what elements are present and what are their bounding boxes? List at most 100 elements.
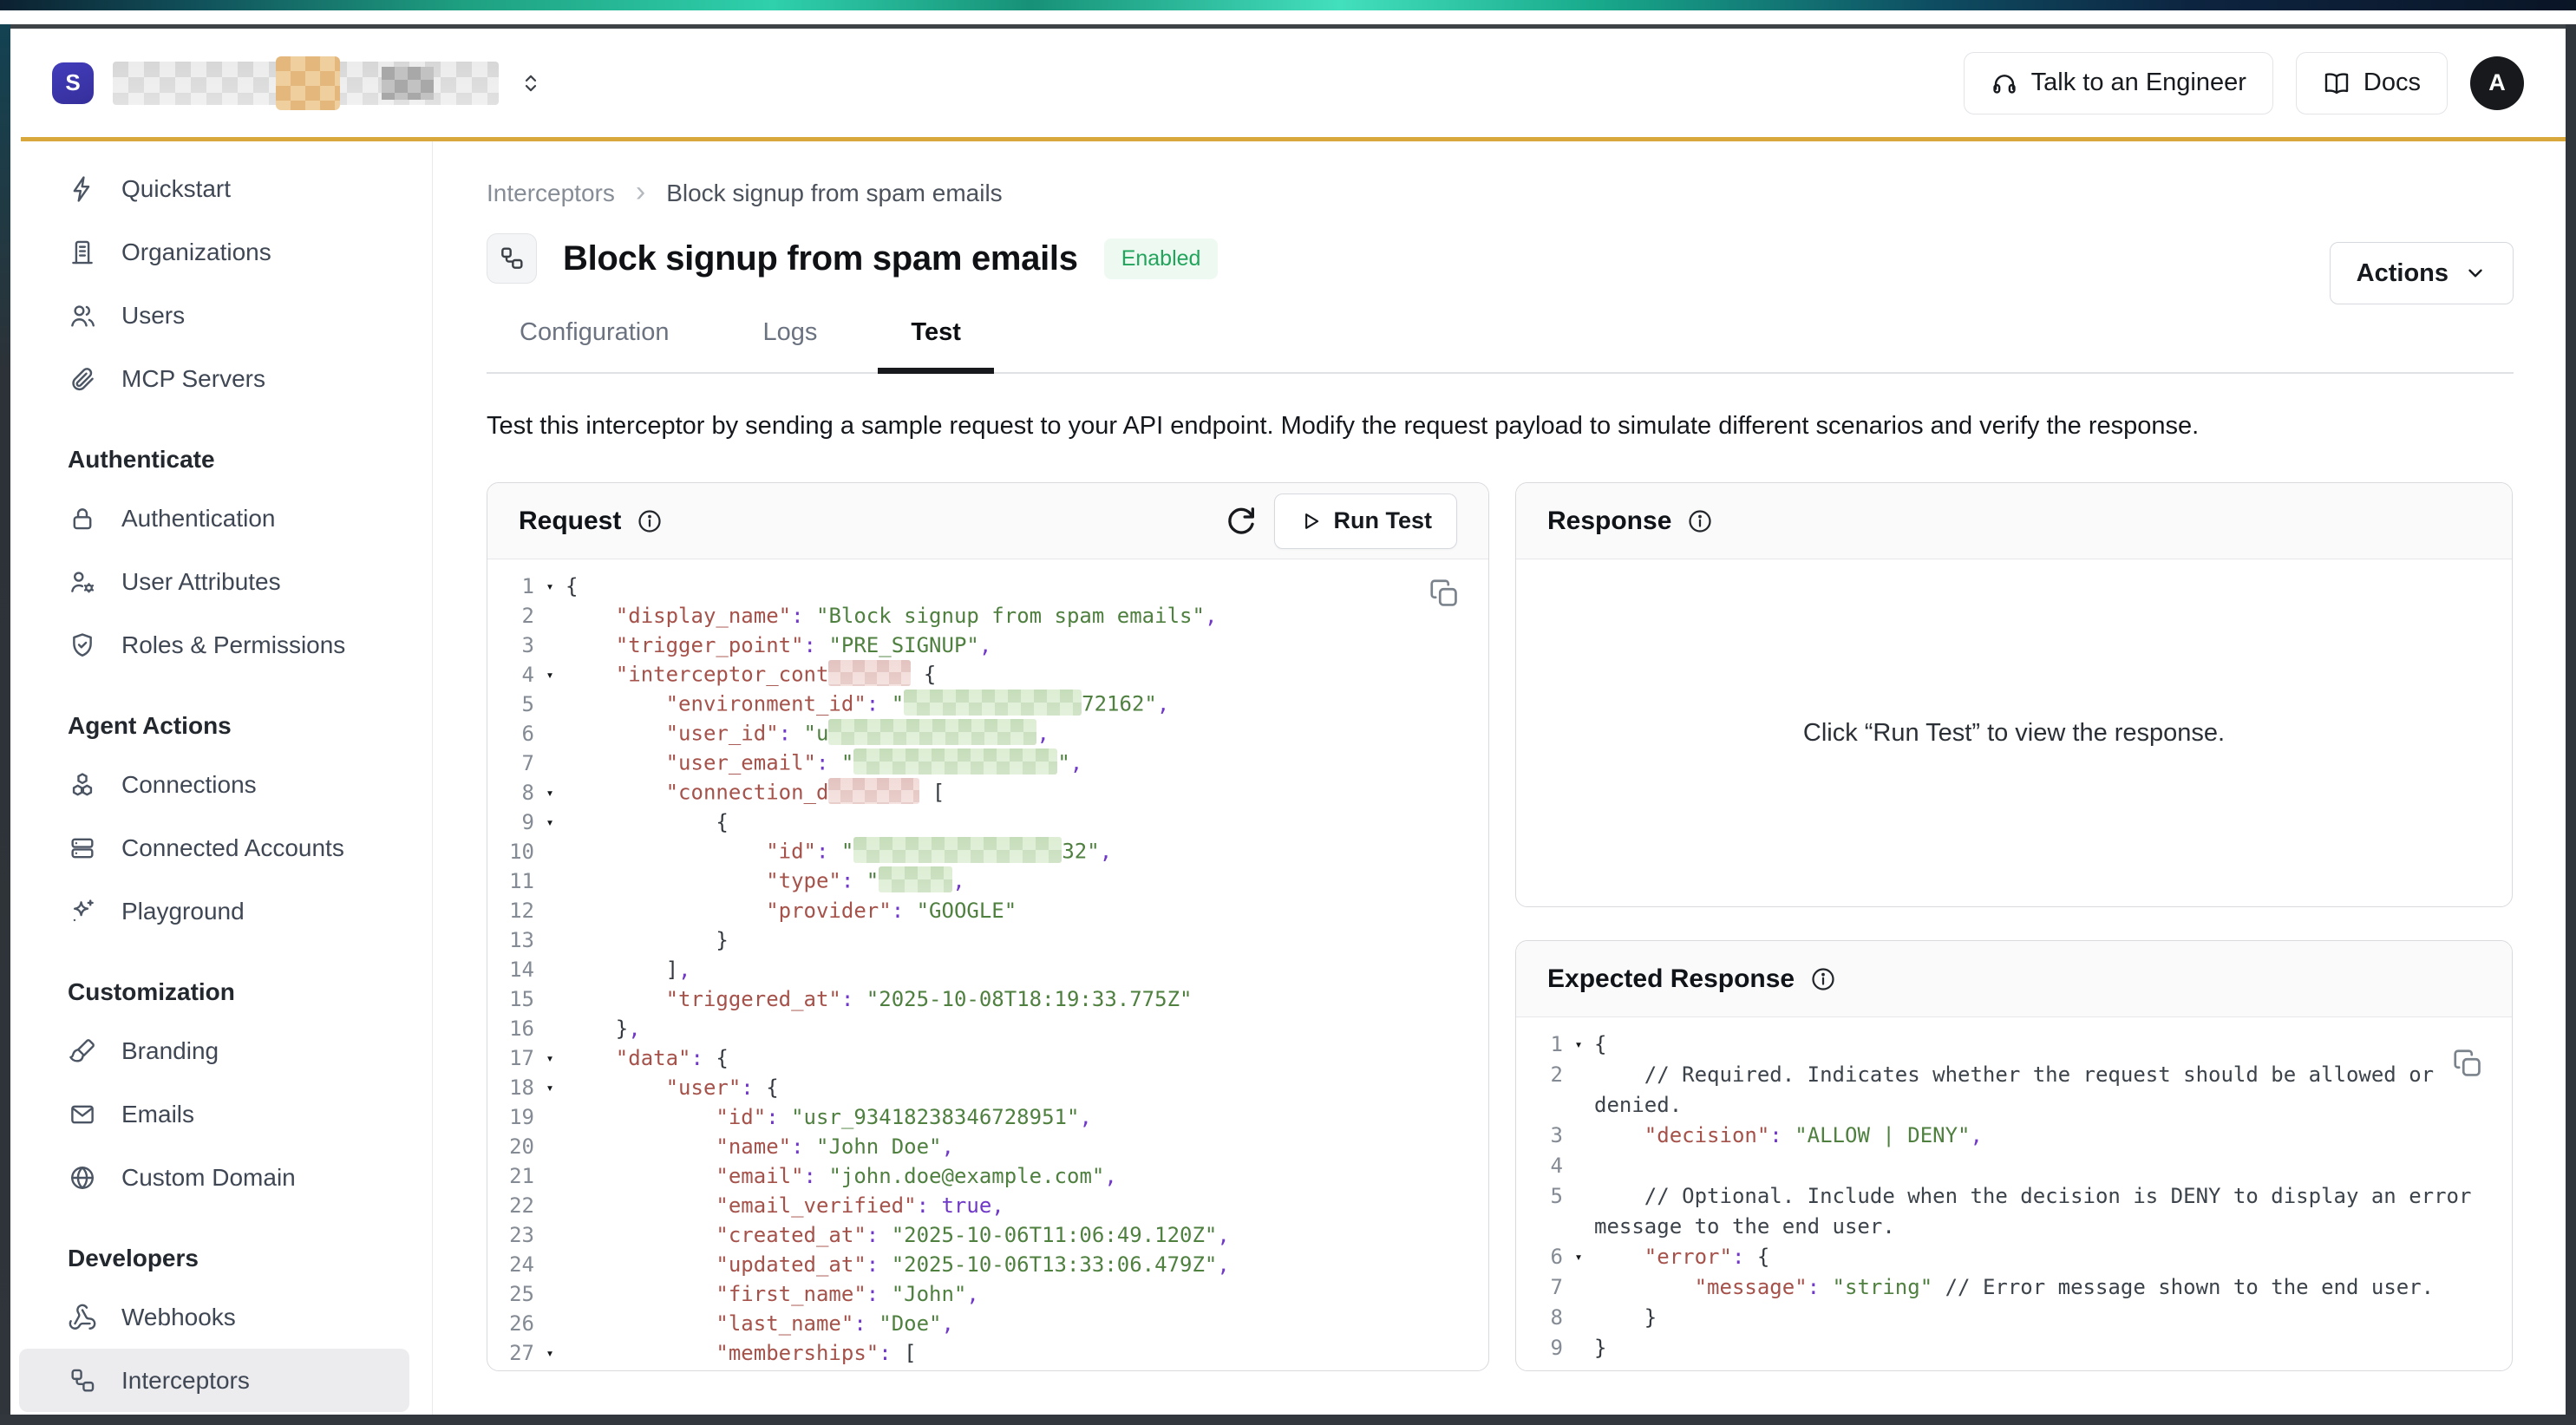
actions-button[interactable]: Actions bbox=[2330, 242, 2514, 304]
info-icon[interactable] bbox=[1810, 966, 1836, 992]
code-text: "name": "John Doe", bbox=[566, 1134, 954, 1159]
line-number: 2 bbox=[487, 604, 534, 628]
sidebar-section-developers: Developers bbox=[10, 1232, 432, 1285]
redacted-text bbox=[853, 748, 1057, 775]
request-panel-header: Request Run Test bbox=[487, 483, 1488, 559]
response-panel: Response Click “Run Test” to view the re… bbox=[1515, 482, 2513, 907]
line-number: 1 bbox=[1516, 1030, 1563, 1060]
line-number: 20 bbox=[487, 1134, 534, 1159]
fold-toggle-icon[interactable]: ▾ bbox=[534, 1345, 566, 1361]
fold-toggle-icon[interactable]: ▾ bbox=[1563, 1242, 1594, 1272]
line-number: 9 bbox=[1516, 1333, 1563, 1363]
code-line: 4 bbox=[1516, 1151, 2512, 1181]
headset-icon bbox=[1991, 69, 2018, 97]
code-line: 5 "environment_id": "72162", bbox=[487, 690, 1488, 719]
code-line: 11 "type": ", bbox=[487, 866, 1488, 896]
response-panel-title: Response bbox=[1547, 507, 1671, 536]
chevrons-up-down-icon[interactable] bbox=[518, 65, 544, 101]
fold-toggle-icon[interactable]: ▾ bbox=[534, 814, 566, 830]
run-test-button[interactable]: Run Test bbox=[1274, 494, 1458, 549]
window-frame-bottom bbox=[0, 1415, 2576, 1425]
sidebar-item-organizations[interactable]: Organizations bbox=[10, 220, 432, 284]
code-line: 24 "updated_at": "2025-10-06T13:33:06.47… bbox=[487, 1250, 1488, 1279]
fold-toggle-icon[interactable]: ▾ bbox=[534, 785, 566, 801]
sidebar-item-mcp-servers[interactable]: MCP Servers bbox=[10, 347, 432, 410]
org-switcher[interactable]: S bbox=[52, 62, 544, 105]
copy-request-button[interactable] bbox=[1428, 577, 1462, 611]
fold-toggle-icon[interactable]: ▾ bbox=[534, 578, 566, 594]
app-window: S Talk to an Engineer Docs bbox=[10, 29, 2566, 1415]
cubes-icon bbox=[68, 770, 97, 800]
info-icon[interactable] bbox=[637, 508, 663, 534]
fold-toggle-icon[interactable]: ▾ bbox=[534, 667, 566, 683]
sidebar-item-emails[interactable]: Emails bbox=[10, 1082, 432, 1146]
fold-toggle-icon[interactable]: ▾ bbox=[534, 1080, 566, 1095]
play-icon bbox=[1299, 510, 1322, 533]
sidebar-section-agent-actions: Agent Actions bbox=[10, 699, 432, 753]
tab-logs[interactable]: Logs bbox=[730, 318, 851, 374]
webhook-icon bbox=[68, 1303, 97, 1332]
interceptor-icon-box[interactable] bbox=[487, 233, 537, 284]
sidebar-item-interceptors[interactable]: Interceptors bbox=[19, 1349, 409, 1412]
fold-toggle-icon[interactable]: ▾ bbox=[534, 1050, 566, 1066]
info-icon[interactable] bbox=[1687, 508, 1713, 534]
sidebar-section-customization: Customization bbox=[10, 965, 432, 1019]
code-line: 6▾ "error": { bbox=[1516, 1242, 2512, 1272]
line-number: 15 bbox=[487, 987, 534, 1011]
sidebar-item-users[interactable]: Users bbox=[10, 284, 432, 347]
sidebar-item-webhooks[interactable]: Webhooks bbox=[10, 1285, 432, 1349]
redacted-text bbox=[828, 660, 911, 686]
code-text: "display_name": "Block signup from spam … bbox=[566, 604, 1217, 628]
sidebar-item-quickstart[interactable]: Quickstart bbox=[10, 157, 432, 220]
code-text: "interceptor_cont { bbox=[566, 660, 936, 690]
sidebar-section-authenticate: Authenticate bbox=[10, 433, 432, 487]
tab-test[interactable]: Test bbox=[878, 318, 993, 374]
users-icon bbox=[68, 301, 97, 330]
code-line: 13 } bbox=[487, 925, 1488, 955]
expected-response-panel: Expected Response 1▾{2 // Required. Indi… bbox=[1515, 940, 2513, 1371]
docs-button[interactable]: Docs bbox=[2296, 52, 2448, 114]
request-code-editor[interactable]: 1▾{2 "display_name": "Block signup from … bbox=[487, 559, 1488, 1370]
tab-configuration[interactable]: Configuration bbox=[487, 318, 703, 374]
redacted-text bbox=[853, 837, 1062, 863]
line-number: 6 bbox=[487, 722, 534, 746]
copy-expected-button[interactable] bbox=[2451, 1047, 2486, 1082]
talk-to-engineer-button[interactable]: Talk to an Engineer bbox=[1964, 52, 2273, 114]
user-avatar[interactable]: A bbox=[2470, 56, 2524, 110]
org-name-redacted bbox=[113, 62, 499, 105]
fold-toggle-icon[interactable]: ▾ bbox=[1563, 1030, 1594, 1060]
sidebar-item-user-attributes[interactable]: User Attributes bbox=[10, 550, 432, 613]
sidebar-item-playground[interactable]: Playground bbox=[10, 879, 432, 943]
line-number: 21 bbox=[487, 1164, 534, 1188]
interceptor-icon bbox=[498, 245, 526, 272]
breadcrumb-parent[interactable]: Interceptors bbox=[487, 180, 615, 207]
code-text: "user_id": "u, bbox=[566, 719, 1049, 749]
line-number: 26 bbox=[487, 1311, 534, 1336]
sidebar-item-connections[interactable]: Connections bbox=[10, 753, 432, 816]
reset-request-button[interactable] bbox=[1224, 504, 1259, 539]
code-text: "type": ", bbox=[566, 866, 965, 897]
code-text: "environment_id": "72162", bbox=[566, 690, 1169, 720]
code-text: "email": "john.doe@example.com", bbox=[566, 1164, 1117, 1188]
test-panels: Request Run Test bbox=[487, 482, 2514, 1371]
code-line: 22 "email_verified": true, bbox=[487, 1191, 1488, 1220]
code-line: 12 "provider": "GOOGLE" bbox=[487, 896, 1488, 925]
mail-icon bbox=[68, 1100, 97, 1129]
test-description: Test this interceptor by sending a sampl… bbox=[487, 412, 2514, 441]
sidebar-item-branding[interactable]: Branding bbox=[10, 1019, 432, 1082]
code-text: "id": "usr_93418238346728951", bbox=[566, 1105, 1092, 1129]
sidebar-item-custom-domain[interactable]: Custom Domain bbox=[10, 1146, 432, 1209]
sidebar-item-label: Connections bbox=[121, 771, 257, 799]
sidebar-item-connected-accounts[interactable]: Connected Accounts bbox=[10, 816, 432, 879]
sidebar-item-auth-logs[interactable]: Auth Logs bbox=[10, 1412, 432, 1415]
talk-to-engineer-label: Talk to an Engineer bbox=[2031, 69, 2246, 97]
code-line: 23 "created_at": "2025-10-06T11:06:49.12… bbox=[487, 1220, 1488, 1250]
expected-code-viewer[interactable]: 1▾{2 // Required. Indicates whether the … bbox=[1516, 1017, 2512, 1370]
interceptor-icon bbox=[68, 1366, 97, 1396]
code-text: "data": { bbox=[566, 1046, 729, 1070]
sidebar-item-roles-permissions[interactable]: Roles & Permissions bbox=[10, 613, 432, 677]
code-text: "trigger_point": "PRE_SIGNUP", bbox=[566, 633, 991, 657]
line-number: 19 bbox=[487, 1105, 534, 1129]
sidebar-item-authentication[interactable]: Authentication bbox=[10, 487, 432, 550]
code-text: { bbox=[566, 574, 578, 598]
